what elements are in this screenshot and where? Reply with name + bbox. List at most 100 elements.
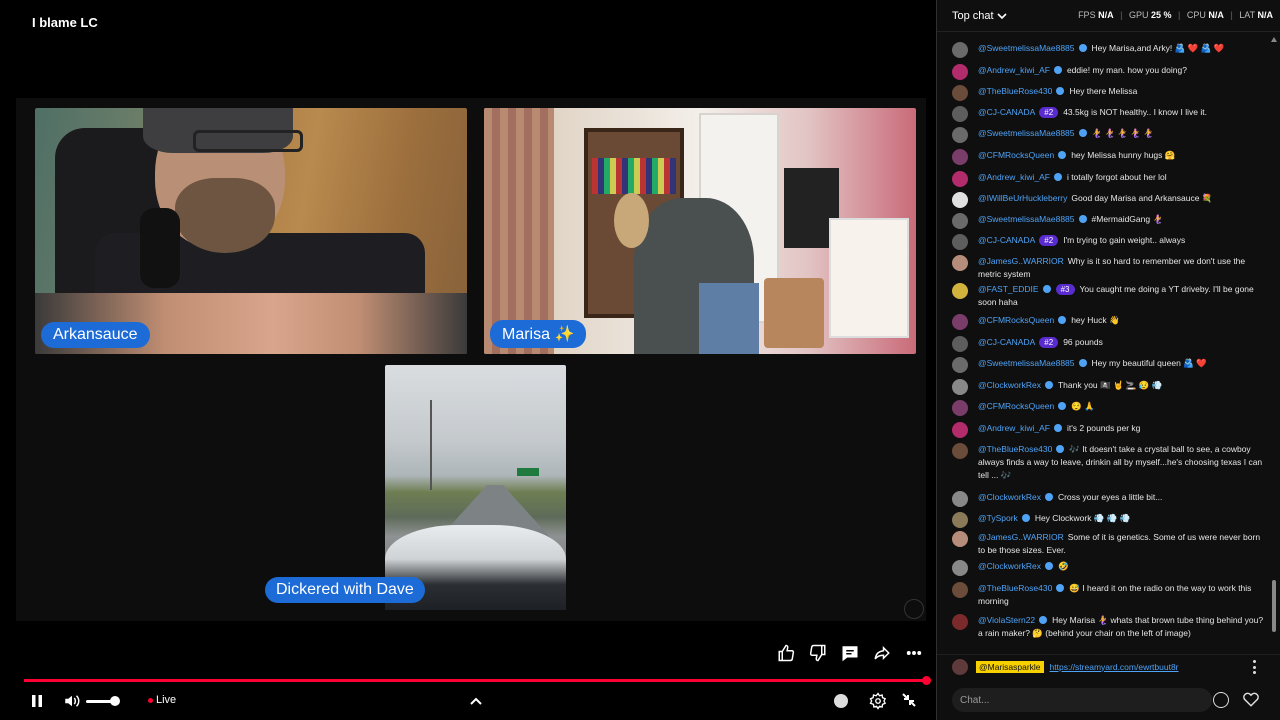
avatar[interactable] [952,443,968,459]
chat-author[interactable]: @CJ-CANADA [978,235,1035,245]
chat-author[interactable]: @Andrew_kiwi_AF [978,423,1050,433]
avatar[interactable] [952,658,968,675]
chat-scrollbar[interactable] [1272,580,1276,632]
chat-author[interactable]: @CFMRocksQueen [978,150,1054,160]
chat-message-body: @CJ-CANADA #2 I'm trying to gain weight.. … [978,234,1267,250]
pinned-link[interactable]: https://streamyard.com/ewrtbuut8r [1050,662,1179,672]
video-player[interactable]: I blame LC Arkansauce Marisa ✨ Dickered … [0,0,935,720]
chat-author[interactable]: @SweetmelissaMae8885 [978,43,1075,53]
scroll-up-arrow[interactable] [1271,36,1277,42]
avatar[interactable] [952,85,968,101]
chat-message: @SweetmelissaMae8885 Hey my beautiful que… [952,357,1267,373]
avatar[interactable] [952,234,968,250]
chat-author[interactable]: @ClockworkRex [978,561,1041,571]
chat-text: Hey there Melissa [1069,86,1138,96]
cpu-value: N/A [1208,10,1224,20]
chat-message: @ViolaStern22 Hey Marisa 🧜‍♀️ whats that … [952,614,1267,640]
volume-knob[interactable] [110,696,120,706]
exit-fullscreen-icon[interactable] [900,691,918,709]
more-vertical-icon[interactable] [1253,660,1257,674]
chat-author[interactable]: @CFMRocksQueen [978,315,1054,325]
avatar[interactable] [952,283,968,299]
avatar[interactable] [952,149,968,165]
avatar[interactable] [952,192,968,208]
captions-icon[interactable] [834,694,848,708]
chat-author[interactable]: @ClockworkRex [978,492,1041,502]
chat-author[interactable]: @CFMRocksQueen [978,401,1054,411]
avatar[interactable] [952,379,968,395]
chat-author[interactable]: @TySpork [978,513,1018,523]
avatar[interactable] [952,255,968,271]
chat-input[interactable] [952,688,1212,712]
avatar[interactable] [952,106,968,122]
avatar[interactable] [952,422,968,438]
chat-message: @TheBlueRose430 Hey there Melissa [952,85,1267,101]
chat-author[interactable]: @ClockworkRex [978,380,1041,390]
chat-icon[interactable] [840,643,860,663]
chat-author[interactable]: @SweetmelissaMae8885 [978,128,1075,138]
chat-author[interactable]: @TheBlueRose430 [978,444,1052,454]
chat-author[interactable]: @SweetmelissaMae8885 [978,214,1075,224]
highway-sign [517,468,539,476]
avatar[interactable] [952,357,968,373]
chat-message: @ClockworkRex Cross your eyes a little bi… [952,491,1267,507]
chat-message-body: @ClockworkRex 🤣 [978,560,1267,576]
thumbs-up-icon[interactable] [776,643,796,663]
member-badge-icon [1078,359,1087,367]
chat-author[interactable]: @IWillBeUrHuckleberry [978,193,1067,203]
video-title: I blame LC [32,15,98,30]
thumbs-down-icon[interactable] [808,643,828,663]
chat-message: @SweetmelissaMae8885 #MermaidGang 🧜‍♀️ [952,213,1267,229]
volume-icon[interactable] [62,691,82,711]
chat-message-body: @ViolaStern22 Hey Marisa 🧜‍♀️ whats that … [978,614,1267,640]
chat-text: hey Melissa hunny hugs 🤗 [1071,150,1176,160]
more-vertical-icon[interactable] [904,643,924,663]
chat-author[interactable]: @CJ-CANADA [978,107,1035,117]
chat-author[interactable]: @Andrew_kiwi_AF [978,172,1050,182]
chat-author[interactable]: @TheBlueRose430 [978,86,1052,96]
avatar[interactable] [952,560,968,576]
avatar[interactable] [952,531,968,547]
chevron-up-icon[interactable] [468,693,484,709]
chat-author[interactable]: @ViolaStern22 [978,615,1035,625]
avatar[interactable] [952,512,968,528]
chat-author[interactable]: @FAST_EDDIE [978,284,1039,294]
avatar[interactable] [952,336,968,352]
player-controls: Live [0,688,935,716]
avatar[interactable] [952,614,968,630]
live-label[interactable]: Live [156,694,176,706]
chat-text: #MermaidGang 🧜‍♀️ [1091,214,1164,224]
chat-mode-dropdown[interactable]: Top chat [952,10,1007,22]
chat-author[interactable]: @Andrew_kiwi_AF [978,65,1050,75]
stream-watermark-icon [904,599,924,619]
chat-author[interactable]: @SweetmelissaMae8885 [978,358,1075,368]
chat-author[interactable]: @CJ-CANADA [978,337,1035,347]
share-icon[interactable] [872,643,892,663]
chat-message-body: @Andrew_kiwi_AF it's 2 pounds per kg [978,422,1267,438]
avatar[interactable] [952,42,968,58]
avatar[interactable] [952,491,968,507]
chat-author[interactable]: @JamesG..WARRIOR [978,256,1064,266]
emoji-icon[interactable] [1213,692,1229,708]
avatar[interactable] [952,127,968,143]
avatar[interactable] [952,582,968,598]
chat-author[interactable]: @TheBlueRose430 [978,583,1052,593]
hair [614,193,649,248]
progress-scrubber[interactable] [922,676,931,685]
chat-message-body: @ClockworkRex Cross your eyes a little bi… [978,491,1267,507]
pinned-author[interactable]: @Marisasparkle [976,660,1044,673]
avatar[interactable] [952,171,968,187]
avatar[interactable] [952,314,968,330]
chat-message-list[interactable]: @SweetmelissaMae8885 Hey Marisa,and Arky!… [937,34,1272,646]
avatar[interactable] [952,400,968,416]
pause-icon[interactable] [28,692,46,710]
chat-author[interactable]: @JamesG..WARRIOR [978,532,1064,542]
avatar[interactable] [952,213,968,229]
live-chat-panel: Top chat FPS N/A | GPU 25 % | CPU N/A | … [936,0,1280,720]
member-badge-icon [1058,402,1067,410]
progress-bar[interactable] [24,679,928,682]
avatar[interactable] [952,64,968,80]
gear-icon[interactable] [868,691,888,711]
chat-text: Hey Clockwork 💨 💨 💨 [1034,513,1131,523]
heart-icon[interactable] [1242,690,1262,710]
